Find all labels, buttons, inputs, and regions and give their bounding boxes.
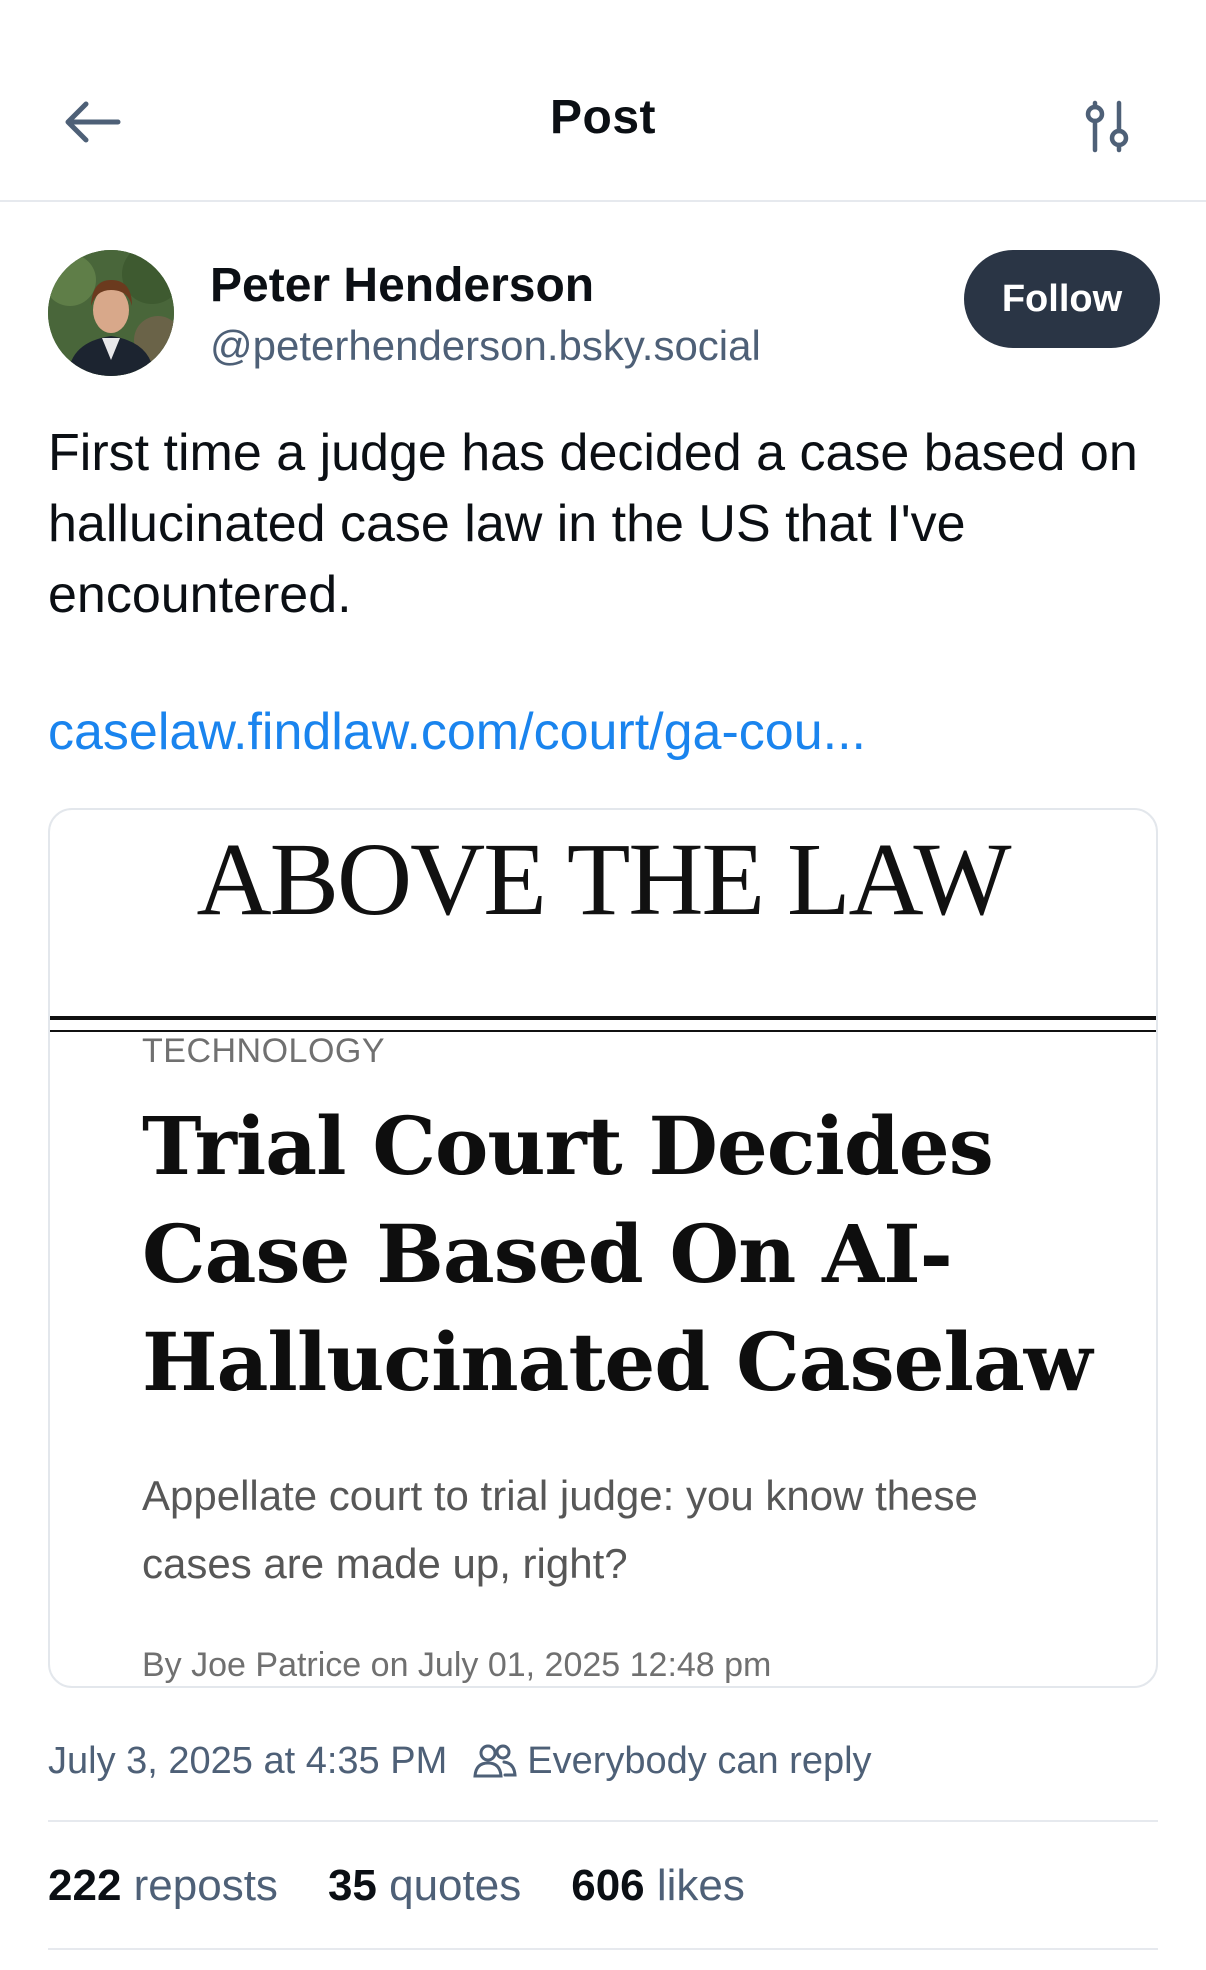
- quotes-label: quotes: [389, 1861, 522, 1910]
- post-timestamp: July 3, 2025 at 4:35 PM: [48, 1739, 448, 1782]
- avatar[interactable]: [48, 250, 174, 376]
- people-icon: [473, 1744, 517, 1778]
- card-category: TECHNOLOGY: [142, 1032, 386, 1070]
- divider: [48, 1820, 1158, 1822]
- post-meta: July 3, 2025 at 4:35 PM Everybody can re…: [48, 1736, 1160, 1786]
- quotes-stat[interactable]: 35 quotes: [328, 1861, 521, 1911]
- likes-stat[interactable]: 606 likes: [571, 1861, 745, 1911]
- top-bar: Post: [0, 0, 1206, 202]
- card-divider: [50, 1016, 1156, 1020]
- sliders-icon: [1085, 100, 1129, 153]
- post-link[interactable]: caselaw.findlaw.com/court/ga-cou...: [48, 702, 866, 762]
- author-handle[interactable]: @peterhenderson.bsky.social: [210, 322, 761, 370]
- likes-count: 606: [571, 1861, 657, 1910]
- reply-setting-label: Everybody can reply: [527, 1739, 872, 1782]
- likes-label: likes: [656, 1861, 745, 1910]
- quotes-count: 35: [327, 1861, 390, 1910]
- link-preview-card[interactable]: ABOVE THE LAW TECHNOLOGY Trial Court Dec…: [48, 808, 1158, 1688]
- reposts-stat[interactable]: 222 reposts: [48, 1861, 278, 1911]
- post-stats: 222 reposts 35 quotes 606 likes: [48, 1856, 795, 1916]
- follow-button[interactable]: Follow: [964, 250, 1160, 348]
- thread-settings-button[interactable]: [1072, 92, 1142, 162]
- divider: [48, 1948, 1158, 1950]
- post-text: First time a judge has decided a case ba…: [48, 424, 1138, 624]
- reposts-count: 222: [48, 1861, 134, 1910]
- author-name[interactable]: Peter Henderson: [210, 258, 594, 313]
- card-headline: Trial Court Decides Case Based On AI-Hal…: [142, 1099, 1093, 1409]
- card-logo: ABOVE THE LAW: [196, 822, 1012, 937]
- page-title: Post: [549, 91, 656, 144]
- reposts-label: reposts: [133, 1861, 278, 1910]
- card-subtitle: Appellate court to trial judge: you know…: [142, 1472, 978, 1587]
- reply-setting[interactable]: Everybody can reply: [473, 1739, 872, 1783]
- post-author: Peter Henderson @peterhenderson.bsky.soc…: [48, 250, 1160, 380]
- card-byline: By Joe Patrice on July 01, 2025 12:48 pm: [142, 1646, 772, 1684]
